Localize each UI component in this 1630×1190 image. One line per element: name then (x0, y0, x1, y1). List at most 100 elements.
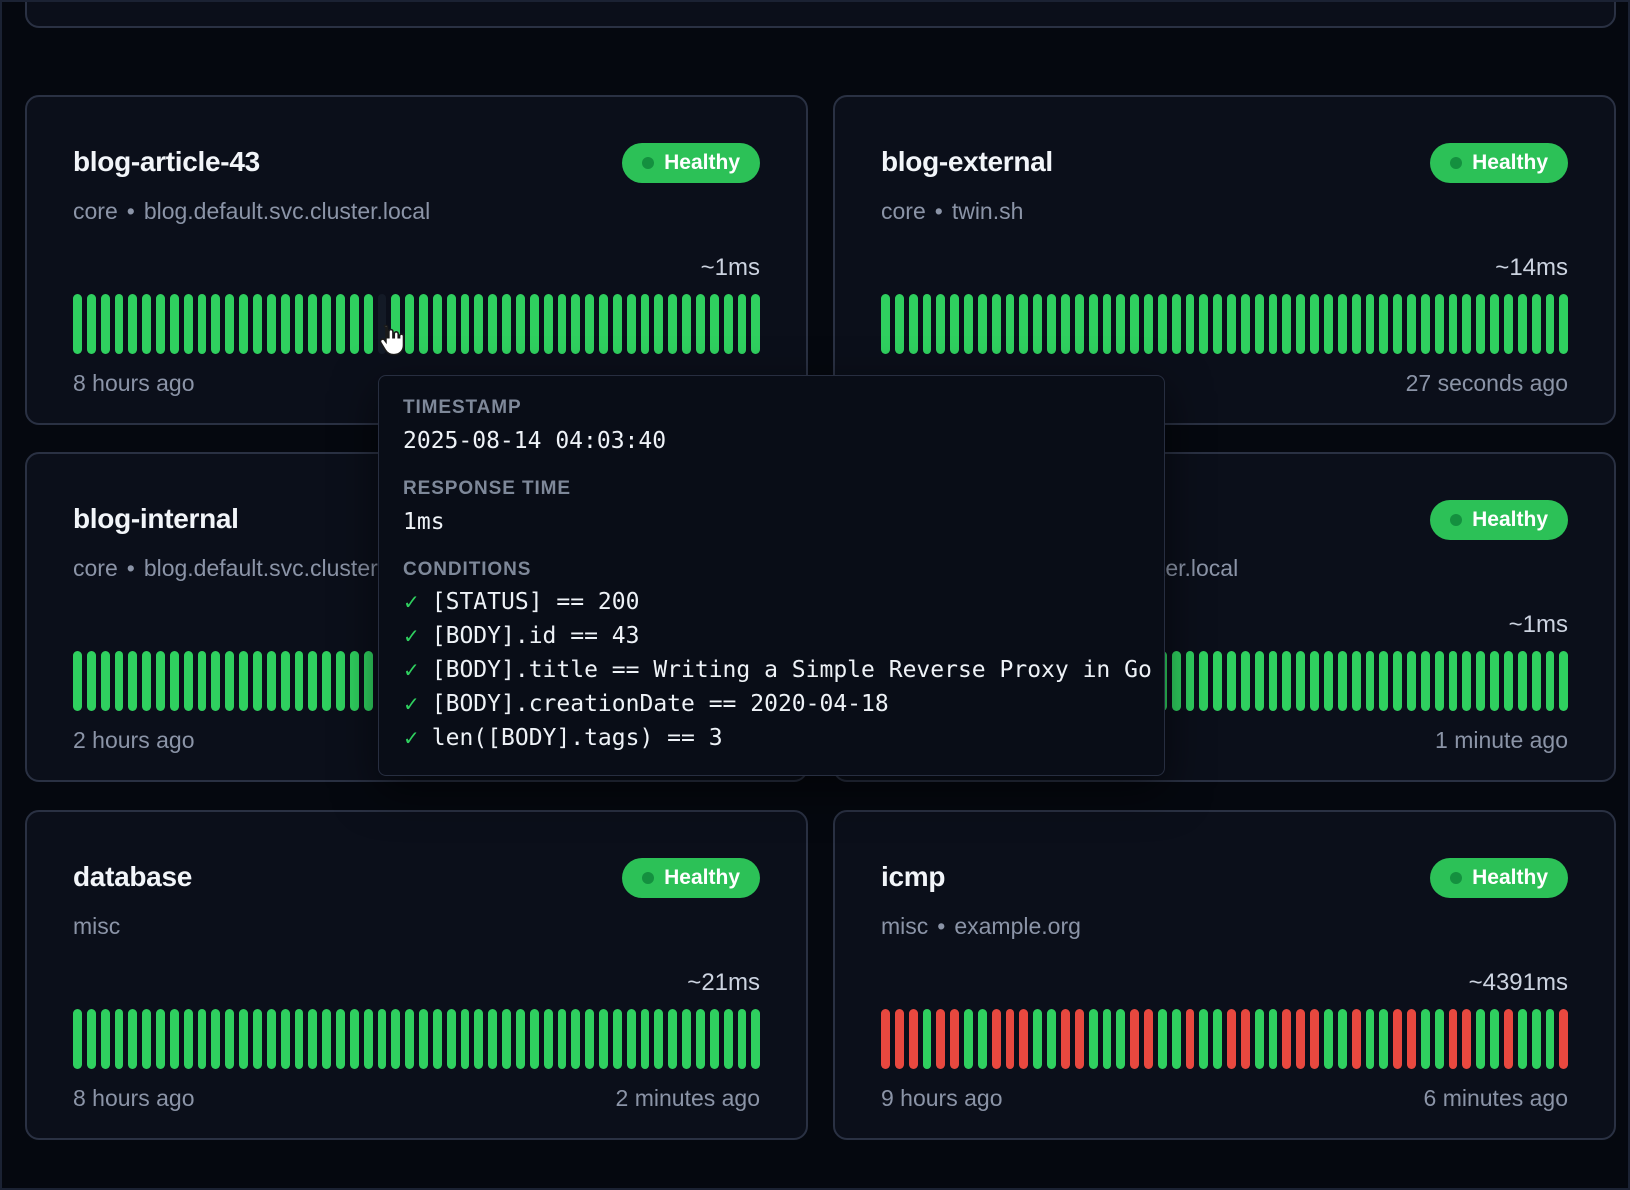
status-bar[interactable] (1199, 294, 1208, 354)
status-bar[interactable] (502, 1009, 511, 1069)
status-bar[interactable] (558, 1009, 567, 1069)
status-bar[interactable] (1296, 1009, 1305, 1069)
status-bar[interactable] (923, 1009, 932, 1069)
status-bar[interactable] (696, 294, 705, 354)
status-bar[interactable] (964, 294, 973, 354)
status-bar[interactable] (682, 294, 691, 354)
status-bar[interactable] (267, 651, 276, 711)
status-bar[interactable] (738, 1009, 747, 1069)
status-bar[interactable] (225, 651, 234, 711)
status-bar[interactable] (364, 294, 373, 354)
status-bar[interactable] (1435, 294, 1444, 354)
status-bar[interactable] (281, 651, 290, 711)
status-bar[interactable] (710, 1009, 719, 1069)
status-bar[interactable] (128, 1009, 137, 1069)
status-bar[interactable] (1366, 1009, 1375, 1069)
status-bar[interactable] (225, 1009, 234, 1069)
status-bar[interactable] (142, 1009, 151, 1069)
status-bar[interactable] (1559, 1009, 1568, 1069)
status-bar[interactable] (1407, 294, 1416, 354)
status-bar[interactable] (461, 1009, 470, 1069)
status-bar[interactable] (1227, 651, 1236, 711)
status-bar[interactable] (391, 294, 400, 354)
status-bar[interactable] (1393, 651, 1402, 711)
status-bar[interactable] (267, 294, 276, 354)
status-bar[interactable] (1476, 294, 1485, 354)
status-bar[interactable] (378, 294, 387, 354)
status-bar[interactable] (1421, 1009, 1430, 1069)
status-bar[interactable] (253, 294, 262, 354)
status-bar[interactable] (1282, 651, 1291, 711)
status-bar[interactable] (198, 1009, 207, 1069)
status-bar[interactable] (239, 1009, 248, 1069)
status-bar[interactable] (516, 294, 525, 354)
status-bar[interactable] (1227, 294, 1236, 354)
status-bar[interactable] (964, 1009, 973, 1069)
status-bar[interactable] (419, 294, 428, 354)
status-bar[interactable] (198, 294, 207, 354)
status-bar[interactable] (1075, 1009, 1084, 1069)
status-bar[interactable] (1006, 294, 1015, 354)
status-bar[interactable] (1310, 651, 1319, 711)
status-bar[interactable] (433, 294, 442, 354)
status-bar[interactable] (599, 294, 608, 354)
status-bar[interactable] (115, 294, 124, 354)
status-bar[interactable] (641, 294, 650, 354)
status-bar[interactable] (1158, 1009, 1167, 1069)
status-bar[interactable] (336, 651, 345, 711)
status-bar[interactable] (1255, 651, 1264, 711)
status-bar[interactable] (1130, 294, 1139, 354)
status-bar[interactable] (1116, 1009, 1125, 1069)
status-bar[interactable] (364, 651, 373, 711)
status-bar[interactable] (1435, 1009, 1444, 1069)
status-bar[interactable] (1310, 1009, 1319, 1069)
status-bar[interactable] (909, 294, 918, 354)
status-bar[interactable] (895, 1009, 904, 1069)
status-bar[interactable] (1075, 294, 1084, 354)
status-bar[interactable] (1269, 651, 1278, 711)
status-bar[interactable] (696, 1009, 705, 1069)
status-bar[interactable] (1158, 294, 1167, 354)
status-bar[interactable] (156, 1009, 165, 1069)
status-bar[interactable] (391, 1009, 400, 1069)
status-bar[interactable] (1504, 651, 1513, 711)
status-bar[interactable] (447, 294, 456, 354)
status-bar[interactable] (950, 1009, 959, 1069)
status-bar[interactable] (1103, 294, 1112, 354)
status-bar[interactable] (950, 294, 959, 354)
status-bar[interactable] (1476, 1009, 1485, 1069)
status-bar[interactable] (1449, 651, 1458, 711)
status-bar[interactable] (1504, 294, 1513, 354)
status-bar[interactable] (295, 294, 304, 354)
status-bar[interactable] (488, 1009, 497, 1069)
status-bar[interactable] (654, 294, 663, 354)
status-bar[interactable] (516, 1009, 525, 1069)
status-bar[interactable] (350, 1009, 359, 1069)
status-bar[interactable] (1518, 651, 1527, 711)
status-bar[interactable] (73, 1009, 82, 1069)
status-bar[interactable] (1172, 651, 1181, 711)
status-bar[interactable] (1490, 294, 1499, 354)
status-bar[interactable] (87, 294, 96, 354)
status-bar[interactable] (585, 294, 594, 354)
status-bar[interactable] (1324, 1009, 1333, 1069)
status-bar[interactable] (239, 651, 248, 711)
status-bar[interactable] (1103, 1009, 1112, 1069)
status-bar[interactable] (1462, 651, 1471, 711)
status-bar[interactable] (267, 1009, 276, 1069)
status-bar[interactable] (1546, 294, 1555, 354)
status-bar[interactable] (668, 294, 677, 354)
status-bar[interactable] (1532, 651, 1541, 711)
status-bar[interactable] (1199, 651, 1208, 711)
status-bar[interactable] (128, 294, 137, 354)
status-bar[interactable] (87, 1009, 96, 1069)
status-bar[interactable] (571, 1009, 580, 1069)
status-bar[interactable] (101, 294, 110, 354)
status-bar[interactable] (1172, 294, 1181, 354)
status-bar[interactable] (992, 1009, 1001, 1069)
status-bar[interactable] (1421, 651, 1430, 711)
status-bar[interactable] (1213, 294, 1222, 354)
status-bar[interactable] (1338, 651, 1347, 711)
status-bar[interactable] (1172, 1009, 1181, 1069)
previous-row-card-partial[interactable] (25, 0, 1616, 28)
